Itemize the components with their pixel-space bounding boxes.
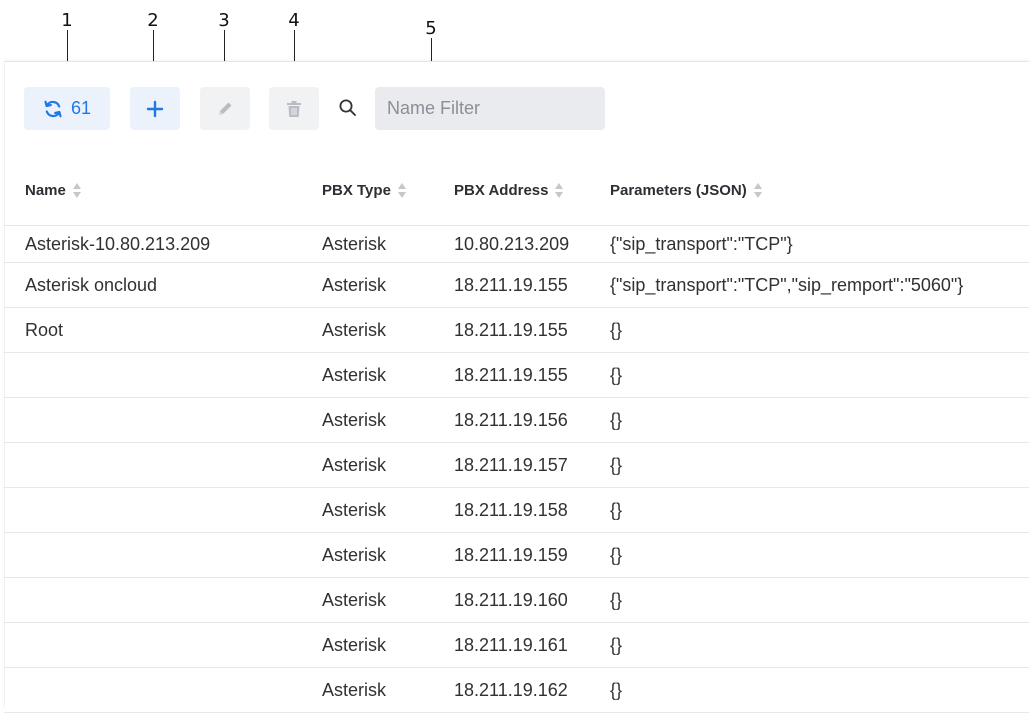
- column-header-pbx-address[interactable]: PBX Address: [454, 182, 564, 199]
- callout-number: 1: [61, 10, 73, 31]
- cell-pbx-address: 18.211.19.155: [454, 364, 568, 385]
- table-row[interactable]: Asterisk 18.211.19.159 {}: [4, 533, 1029, 578]
- table-row[interactable]: Root Asterisk 18.211.19.155 {}: [4, 308, 1029, 353]
- refresh-button[interactable]: 61: [24, 87, 110, 130]
- cell-parameters: {"sip_transport":"TCP"}: [610, 233, 793, 254]
- table-header: Name PBX Type PBX Address Parameters (JS…: [4, 157, 1029, 226]
- cell-name: Asterisk-10.80.213.209: [25, 233, 211, 254]
- cell-pbx-type: Asterisk: [322, 319, 387, 340]
- name-filter-input[interactable]: [375, 87, 605, 130]
- column-header-parameters[interactable]: Parameters (JSON): [610, 182, 763, 199]
- column-header-pbx-type[interactable]: PBX Type: [322, 182, 407, 199]
- cell-pbx-type: Asterisk: [322, 454, 387, 475]
- table-row[interactable]: Asterisk 18.211.19.157 {}: [4, 443, 1029, 488]
- cell-pbx-type: Asterisk: [322, 364, 387, 385]
- cell-parameters: {}: [610, 364, 623, 385]
- table-row[interactable]: Asterisk-10.80.213.209 Asterisk 10.80.21…: [4, 226, 1029, 263]
- cell-pbx-address: 18.211.19.159: [454, 544, 568, 565]
- add-button[interactable]: [130, 87, 180, 130]
- edit-button[interactable]: [200, 87, 250, 130]
- callout-number: 5: [425, 18, 437, 39]
- callout-number: 3: [218, 10, 230, 31]
- cell-parameters: {}: [610, 319, 623, 340]
- cell-pbx-address: 18.211.19.158: [454, 499, 568, 520]
- cell-pbx-address: 10.80.213.209: [454, 233, 570, 254]
- cell-pbx-type: Asterisk: [322, 634, 387, 655]
- table-row[interactable]: Asterisk 18.211.19.156 {}: [4, 398, 1029, 443]
- table-row[interactable]: Asterisk 18.211.19.160 {}: [4, 578, 1029, 623]
- table-row[interactable]: Asterisk oncloud Asterisk 18.211.19.155 …: [4, 263, 1029, 308]
- cell-parameters: {}: [610, 454, 623, 475]
- sort-icon[interactable]: [753, 183, 763, 198]
- cell-parameters: {}: [610, 409, 623, 430]
- cell-pbx-type: Asterisk: [322, 679, 387, 700]
- cell-pbx-type: Asterisk: [322, 544, 387, 565]
- cell-pbx-type: Asterisk: [322, 274, 387, 295]
- table-row[interactable]: Asterisk 18.211.19.155 {}: [4, 353, 1029, 398]
- sort-icon[interactable]: [72, 183, 82, 198]
- cell-pbx-address: 18.211.19.155: [454, 319, 568, 340]
- cell-pbx-address: 18.211.19.161: [454, 634, 568, 655]
- pencil-icon: [219, 102, 232, 115]
- record-count: 61: [70, 98, 92, 118]
- cell-name: Asterisk oncloud: [25, 274, 158, 295]
- cell-pbx-type: Asterisk: [322, 589, 387, 610]
- cell-pbx-type: Asterisk: [322, 409, 387, 430]
- cell-parameters: {"sip_transport":"TCP","sip_remport":"50…: [610, 274, 964, 295]
- trash-icon: [287, 100, 301, 117]
- table-row[interactable]: Asterisk 18.211.19.161 {}: [4, 623, 1029, 668]
- column-header-name[interactable]: Name: [25, 182, 82, 199]
- cell-parameters: {}: [610, 679, 623, 700]
- cell-parameters: {}: [610, 634, 623, 655]
- cell-parameters: {}: [610, 589, 623, 610]
- cell-pbx-address: 18.211.19.160: [454, 589, 568, 610]
- cell-pbx-address: 18.211.19.157: [454, 454, 568, 475]
- callout-number: 4: [288, 10, 300, 31]
- sort-icon[interactable]: [555, 183, 564, 198]
- cell-pbx-address: 18.211.19.156: [454, 409, 568, 430]
- cell-parameters: {}: [610, 499, 623, 520]
- cell-pbx-type: Asterisk: [322, 233, 387, 254]
- cell-pbx-address: 18.211.19.155: [454, 274, 568, 295]
- toolbar: 61: [4, 62, 1029, 157]
- search-icon: [339, 99, 356, 116]
- cell-pbx-address: 18.211.19.162: [454, 679, 568, 700]
- cell-pbx-type: Asterisk: [322, 499, 387, 520]
- plus-icon: [146, 100, 164, 117]
- pbx-list-panel: 61 Name Filter Name PBX Type PBX Address…: [4, 61, 1029, 713]
- table-row[interactable]: Asterisk 18.211.19.162 {}: [4, 668, 1029, 713]
- callout-number: 2: [147, 10, 159, 31]
- cell-parameters: {}: [610, 544, 623, 565]
- cell-name: Root: [25, 319, 64, 340]
- sort-icon[interactable]: [397, 183, 407, 198]
- refresh-icon: [44, 100, 62, 117]
- table-row[interactable]: Asterisk 18.211.19.158 {}: [4, 488, 1029, 533]
- delete-button[interactable]: [269, 87, 319, 130]
- pbx-table: Name PBX Type PBX Address Parameters (JS…: [4, 157, 1029, 713]
